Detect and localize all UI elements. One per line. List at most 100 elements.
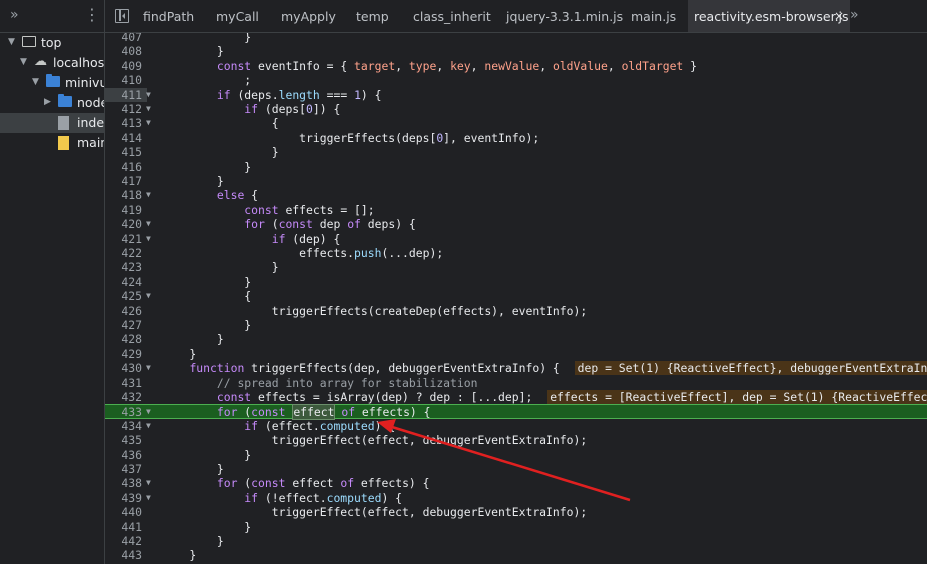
code-line[interactable]: 435 triggerEffect(effect, debuggerEventE… (105, 433, 927, 447)
code-line[interactable]: 425 ▼ { (105, 289, 927, 303)
line-number[interactable]: 418 (105, 188, 142, 202)
collapse-arrow-icon[interactable]: ▶ (44, 97, 51, 107)
line-number[interactable]: 443 (105, 548, 142, 562)
line-number[interactable]: 424 (105, 275, 142, 289)
fold-arrow-icon[interactable]: ▼ (146, 116, 151, 130)
tab-class-inherit[interactable]: class_inherit (407, 0, 495, 32)
fold-arrow-icon[interactable]: ▼ (146, 491, 151, 505)
line-number[interactable]: 428 (105, 332, 142, 346)
code-line[interactable]: 410 ; (105, 73, 927, 87)
line-number[interactable]: 441 (105, 520, 142, 534)
code-line[interactable]: 413 ▼ { (105, 116, 927, 130)
code-line[interactable]: 420 ▼ for (const dep of deps) { (105, 217, 927, 231)
line-number[interactable]: 433 (105, 405, 142, 419)
line-number[interactable]: 414 (105, 131, 142, 145)
code-line[interactable]: 438 ▼ for (const effect of effects) { (105, 476, 927, 490)
tree-item[interactable]: ▼ ☁ localhost:5 (0, 53, 104, 73)
code-line[interactable]: 407 } (105, 33, 927, 44)
line-number[interactable]: 431 (105, 376, 142, 390)
toggle-navigator-icon[interactable] (115, 9, 129, 23)
code-line[interactable]: 431 // spread into array for stabilizati… (105, 376, 927, 390)
line-number[interactable]: 420 (105, 217, 142, 231)
code-line[interactable]: 422 effects.push(...dep); (105, 246, 927, 260)
code-line[interactable]: 441 } (105, 520, 927, 534)
code-line[interactable]: 408 } (105, 44, 927, 58)
line-number[interactable]: 427 (105, 318, 142, 332)
execution-line[interactable]: 433 ▼ for (const effect of effects) { (105, 404, 927, 421)
more-options-icon[interactable]: ⋮ (84, 7, 100, 23)
tree-item[interactable]: ▶ node (0, 93, 104, 113)
fold-arrow-icon[interactable]: ▼ (146, 188, 151, 202)
line-number[interactable]: 437 (105, 462, 142, 476)
line-number[interactable]: 432 (105, 390, 142, 404)
fold-arrow-icon[interactable]: ▼ (146, 476, 151, 490)
line-number[interactable]: 434 (105, 419, 142, 433)
expand-arrow-icon[interactable]: ▼ (8, 37, 15, 47)
tree-item[interactable]: index (0, 113, 104, 133)
line-number[interactable]: 411 (105, 87, 147, 102)
code-line[interactable]: 418 ▼ else { (105, 188, 927, 202)
code-line[interactable]: 411 ▼ if (deps.length === 1) { (105, 87, 927, 102)
line-number[interactable]: 416 (105, 160, 142, 174)
line-number[interactable]: 408 (105, 44, 142, 58)
code-line[interactable]: 424 } (105, 275, 927, 289)
code-line[interactable]: 421 ▼ if (dep) { (105, 232, 927, 246)
tree-item[interactable]: ▼ minivue (0, 73, 104, 93)
tab-main-js[interactable]: main.js (625, 0, 685, 32)
code-line[interactable]: 439 ▼ if (!effect.computed) { (105, 491, 927, 505)
code-line[interactable]: 429 } (105, 347, 927, 361)
fold-arrow-icon[interactable]: ▼ (146, 88, 151, 102)
fold-arrow-icon[interactable]: ▼ (146, 102, 151, 116)
code-line[interactable]: 434 ▼ if (effect.computed) { (105, 419, 927, 433)
code-line[interactable]: 430 ▼ function triggerEffects(dep, debugg… (105, 361, 927, 376)
code-line[interactable]: 419 const effects = []; (105, 203, 927, 217)
fold-arrow-icon[interactable]: ▼ (146, 361, 151, 375)
line-number[interactable]: 409 (105, 59, 142, 73)
close-tab-icon[interactable]: × (834, 0, 844, 32)
code-line[interactable]: 409 const eventInfo = { target, type, ke… (105, 59, 927, 73)
line-number[interactable]: 422 (105, 246, 142, 260)
line-number[interactable]: 413 (105, 116, 142, 130)
line-number[interactable]: 421 (105, 232, 142, 246)
line-number[interactable]: 442 (105, 534, 142, 548)
more-tabs-icon[interactable]: » (850, 7, 859, 23)
code-line[interactable]: 417 } (105, 174, 927, 188)
code-editor[interactable]: 407 } 408 } 409 const eventInfo = { target… (105, 33, 927, 564)
fold-arrow-icon[interactable]: ▼ (146, 232, 151, 246)
fold-arrow-icon[interactable]: ▼ (146, 289, 151, 303)
code-line[interactable]: 426 triggerEffects(createDep(effects), e… (105, 304, 927, 318)
line-number[interactable]: 423 (105, 260, 142, 274)
line-number[interactable]: 439 (105, 491, 142, 505)
line-number[interactable]: 419 (105, 203, 142, 217)
tab-temp[interactable]: temp (350, 0, 402, 32)
line-number[interactable]: 415 (105, 145, 142, 159)
code-line[interactable]: 443 } (105, 548, 927, 562)
line-number[interactable]: 426 (105, 304, 142, 318)
tab-reactivity-esm-browser-js[interactable]: reactivity.esm-browser.js × (688, 0, 850, 32)
code-line[interactable]: 416 } (105, 160, 927, 174)
line-number[interactable]: 436 (105, 448, 142, 462)
code-line[interactable]: 423 } (105, 260, 927, 274)
line-number[interactable]: 435 (105, 433, 142, 447)
tab-findpath[interactable]: findPath (137, 0, 205, 32)
line-number[interactable]: 440 (105, 505, 142, 519)
fold-arrow-icon[interactable]: ▼ (146, 217, 151, 231)
code-line[interactable]: 428 } (105, 332, 927, 346)
line-number[interactable]: 429 (105, 347, 142, 361)
line-number[interactable]: 430 (105, 361, 142, 375)
code-line[interactable]: 414 triggerEffects(deps[0], eventInfo); (105, 131, 927, 145)
tab-mycall[interactable]: myCall (210, 0, 270, 32)
expand-arrow-icon[interactable]: ▼ (20, 57, 27, 67)
line-number[interactable]: 425 (105, 289, 142, 303)
expand-arrow-icon[interactable]: ▼ (32, 77, 39, 87)
fold-arrow-icon[interactable]: ▼ (146, 405, 151, 419)
code-line[interactable]: 415 } (105, 145, 927, 159)
code-line[interactable]: 427 } (105, 318, 927, 332)
code-line[interactable]: 412 ▼ if (deps[0]) { (105, 102, 927, 116)
line-number[interactable]: 417 (105, 174, 142, 188)
code-line[interactable]: 432 const effects = isArray(dep) ? dep :… (105, 390, 927, 404)
line-number[interactable]: 410 (105, 73, 142, 87)
tab-myapply[interactable]: myApply (275, 0, 345, 32)
line-number[interactable]: 412 (105, 102, 142, 116)
chevron-double-right-icon[interactable]: » (10, 7, 19, 23)
